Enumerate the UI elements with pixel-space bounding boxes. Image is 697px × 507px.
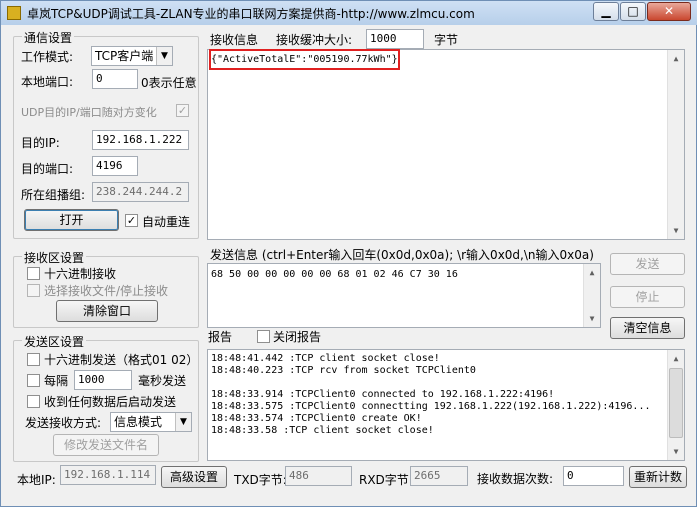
- rxd-label: RXD字节:: [359, 473, 413, 487]
- scroll-down-icon[interactable]: ▼: [584, 310, 600, 327]
- report-line: 18:48:41.442 :TCP client socket close!: [211, 353, 440, 364]
- buffer-size-label: 接收缓冲大小:: [276, 33, 353, 47]
- scroll-up-icon[interactable]: ▲: [668, 350, 684, 367]
- hex-recv-label: 十六进制接收: [44, 267, 117, 281]
- window-title: 卓岚TCP&UDP调试工具-ZLAN专业的串口联网方案提供商-http://ww…: [27, 7, 475, 21]
- rxd-field: 2665: [410, 466, 468, 486]
- multicast-input[interactable]: 238.244.244.2: [92, 182, 189, 202]
- send-method-value: 信息模式: [114, 415, 163, 429]
- mode-select-value: TCP客户端: [95, 49, 154, 63]
- udp-random-label: UDP目的IP/端口随对方变化: [21, 106, 157, 119]
- txd-field: 486: [285, 466, 352, 486]
- auto-reconnect-checkbox[interactable]: ✓: [125, 214, 138, 227]
- scroll-up-icon[interactable]: ▲: [584, 264, 600, 281]
- scroll-up-icon[interactable]: ▲: [668, 50, 684, 67]
- advanced-settings-button[interactable]: 高级设置: [161, 466, 227, 488]
- send-scrollbar[interactable]: ▲ ▼: [583, 264, 600, 327]
- chevron-down-icon: ▼: [156, 47, 172, 65]
- receive-label: 接收信息: [210, 33, 259, 47]
- report-line: 18:48:33.914 :TCPClient0 connected to 19…: [211, 389, 555, 400]
- receive-scrollbar[interactable]: ▲ ▼: [667, 50, 684, 239]
- send-info-label: 发送信息 (ctrl+Enter输入回车(0x0d,0x0a); \r输入0x0…: [210, 248, 594, 262]
- auto-reconnect-label: 自动重连: [142, 215, 191, 229]
- receive-textarea[interactable]: {"ActiveTotalE":"005190.77kWh"} ▲ ▼: [207, 49, 685, 240]
- txd-label: TXD字节:: [234, 473, 287, 487]
- close-report-checkbox[interactable]: [257, 330, 270, 343]
- open-button[interactable]: 打开: [24, 209, 119, 231]
- dest-ip-input[interactable]: 192.168.1.222: [92, 130, 189, 150]
- report-textarea[interactable]: 18:48:41.442 :TCP client socket close! 1…: [207, 349, 685, 461]
- recv-file-checkbox[interactable]: [27, 284, 40, 297]
- local-ip-field: 192.168.1.114: [60, 465, 156, 485]
- report-line: 18:48:33.58 :TCP client socket close!: [211, 425, 434, 436]
- maximize-button[interactable]: □: [620, 2, 646, 21]
- report-scrollbar[interactable]: ▲ ▼: [667, 350, 684, 460]
- hex-send-checkbox[interactable]: [27, 353, 40, 366]
- highlight-box: [209, 49, 400, 70]
- mode-select[interactable]: TCP客户端 ▼: [91, 46, 173, 66]
- clear-window-button[interactable]: 清除窗口: [56, 300, 158, 322]
- dest-port-label: 目的端口:: [21, 162, 74, 176]
- scroll-thumb[interactable]: [669, 368, 683, 438]
- recount-button[interactable]: 重新计数: [629, 466, 687, 488]
- title-bar[interactable]: 卓岚TCP&UDP调试工具-ZLAN专业的串口联网方案提供商-http://ww…: [1, 1, 697, 25]
- recv-file-label: 选择接收文件/停止接收: [44, 284, 169, 298]
- recv-count-label: 接收数据次数:: [477, 472, 554, 486]
- dest-port-input[interactable]: 4196: [92, 156, 138, 176]
- report-line: 18:48:33.575 :TCPClient0 connectting 192…: [211, 401, 651, 412]
- app-window: 卓岚TCP&UDP调试工具-ZLAN专业的串口联网方案提供商-http://ww…: [0, 0, 697, 507]
- recv-settings-title: 接收区设置: [22, 249, 87, 266]
- close-button[interactable]: ✕: [647, 2, 691, 21]
- report-line: 18:48:33.574 :TCPClient0 create OK!: [211, 413, 422, 424]
- send-button[interactable]: 发送: [610, 253, 685, 275]
- mode-label: 工作模式:: [21, 50, 74, 64]
- comm-settings-title: 通信设置: [22, 29, 75, 46]
- modify-send-file-button[interactable]: 修改发送文件名: [53, 434, 159, 456]
- local-port-label: 本地端口:: [21, 75, 74, 89]
- local-ip-label: 本地IP:: [17, 473, 56, 487]
- bytes-label: 字节: [434, 33, 459, 47]
- scroll-down-icon[interactable]: ▼: [668, 222, 684, 239]
- buffer-size-input[interactable]: 1000: [366, 29, 424, 49]
- send-method-label: 发送接收方式:: [25, 416, 102, 430]
- stop-button[interactable]: 停止: [610, 286, 685, 308]
- report-line: 18:48:40.223 :TCP rcv from socket TCPCli…: [211, 365, 476, 376]
- send-textarea[interactable]: 68 50 00 00 00 00 00 68 01 02 46 C7 30 1…: [207, 263, 601, 328]
- send-on-recv-checkbox[interactable]: [27, 395, 40, 408]
- send-on-recv-label: 收到任何数据后启动发送: [44, 395, 177, 409]
- ms-send-label: 毫秒发送: [138, 374, 187, 388]
- scroll-down-icon[interactable]: ▼: [668, 443, 684, 460]
- udp-random-checkbox[interactable]: ✓: [176, 104, 189, 117]
- hex-send-label: 十六进制发送（格式01 02）: [44, 353, 199, 367]
- minimize-button[interactable]: ▁: [593, 2, 619, 21]
- interval-input[interactable]: 1000: [74, 370, 132, 390]
- hex-recv-checkbox[interactable]: [27, 267, 40, 280]
- app-icon: [7, 6, 21, 20]
- dest-ip-label: 目的IP:: [21, 136, 60, 150]
- multicast-label: 所在组播组:: [21, 188, 86, 202]
- recv-count-field: 0: [563, 466, 624, 486]
- local-port-input[interactable]: 0: [92, 69, 138, 89]
- every-label: 每隔: [44, 374, 69, 388]
- chevron-down-icon: ▼: [175, 413, 191, 431]
- periodic-send-checkbox[interactable]: [27, 374, 40, 387]
- send-data-line: 68 50 00 00 00 00 00 68 01 02 46 C7 30 1…: [211, 269, 458, 280]
- clear-info-button[interactable]: 清空信息: [610, 317, 685, 339]
- send-method-select[interactable]: 信息模式 ▼: [110, 412, 192, 432]
- send-settings-title: 发送区设置: [22, 333, 87, 350]
- report-label: 报告: [208, 330, 233, 344]
- local-port-hint: 0表示任意: [141, 76, 197, 90]
- close-report-label: 关闭报告: [273, 330, 322, 344]
